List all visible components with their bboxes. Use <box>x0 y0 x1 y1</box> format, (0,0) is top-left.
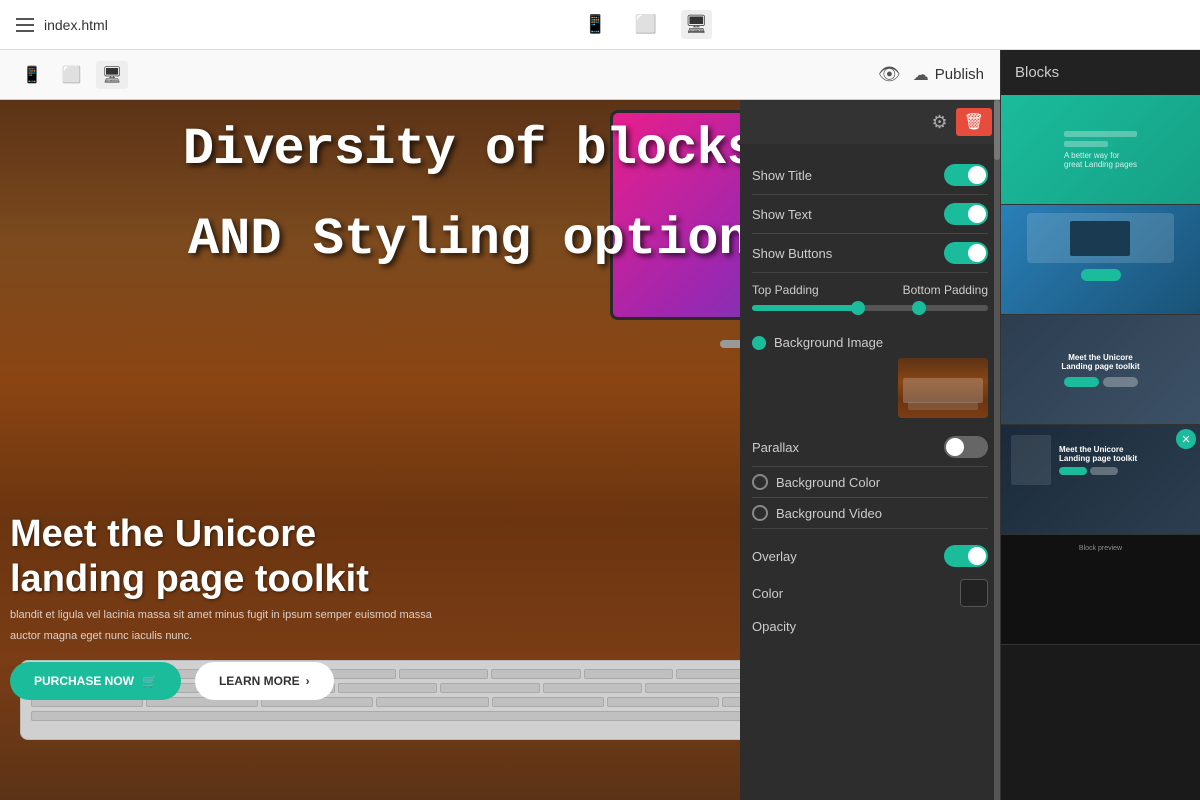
file-name: index.html <box>44 17 108 33</box>
bottom-padding-thumb[interactable] <box>912 301 926 315</box>
settings-panel: ⚙ 🗑 Show Title Show Text Show Buttons <box>740 100 1000 800</box>
bg-video-label: Background Video <box>776 506 882 521</box>
scroll-bar[interactable] <box>994 100 1000 800</box>
color-label: Color <box>752 586 783 601</box>
mobile-icon-top[interactable]: 📱 <box>580 10 610 39</box>
mobile-icon-editor[interactable]: 📱 <box>16 61 48 89</box>
bg-video-row: Background Video <box>752 498 988 529</box>
settings-header: ⚙ 🗑 <box>740 100 1000 144</box>
hamburger-menu[interactable] <box>16 18 34 32</box>
opacity-row: Opacity <box>752 613 988 640</box>
top-padding-thumb[interactable] <box>851 301 865 315</box>
device-switcher: 📱 ⬜ 🖥 <box>108 10 1184 39</box>
hero-text: Meet the Unicore landing page toolkit bl… <box>10 512 432 700</box>
top-padding-fill <box>752 305 858 311</box>
show-buttons-row: Show Buttons <box>752 234 988 273</box>
parallax-label: Parallax <box>752 440 799 455</box>
block-item-3[interactable]: Meet the UnicoreLanding page toolkit <box>1001 315 1200 425</box>
upload-icon: ☁ <box>913 65 929 85</box>
learn-more-button[interactable]: LEARN MORE › <box>195 662 334 700</box>
scroll-thumb <box>994 100 1000 160</box>
top-padding-label: Top Padding <box>752 283 819 297</box>
show-text-label: Show Text <box>752 207 812 222</box>
close-block-icon[interactable]: ✕ <box>1176 429 1196 449</box>
editor-toolbar-right: 👁 ☁ Publish <box>878 64 984 85</box>
show-buttons-toggle[interactable] <box>944 242 988 264</box>
hero-paragraph-2: auctor magna eget nunc iaculis nunc. <box>10 628 432 646</box>
show-title-label: Show Title <box>752 168 812 183</box>
show-title-toggle[interactable] <box>944 164 988 186</box>
tablet-icon-top[interactable]: ⬜ <box>630 10 660 39</box>
settings-body: Show Title Show Text Show Buttons Top Pa <box>740 144 1000 662</box>
blocks-panel-title: Blocks <box>1001 50 1200 95</box>
bg-image-thumbnail[interactable] <box>898 358 988 418</box>
purchase-button[interactable]: PURCHASE NOW 🛒 <box>10 662 181 700</box>
parallax-row: Parallax <box>752 428 988 467</box>
cart-icon: 🛒 <box>142 674 157 688</box>
publish-button[interactable]: ☁ Publish <box>913 65 984 85</box>
padding-row: Top Padding Bottom Padding <box>752 273 988 325</box>
hero-buttons: PURCHASE NOW 🛒 LEARN MORE › <box>10 662 432 700</box>
top-bar-left: index.html <box>16 17 108 33</box>
delete-block-button[interactable]: 🗑 <box>956 108 992 136</box>
color-picker[interactable] <box>960 579 988 607</box>
hero-paragraph-1: blandit et ligula vel lacinia massa sit … <box>10 607 432 625</box>
opacity-label: Opacity <box>752 619 796 634</box>
bg-color-radio[interactable] <box>752 474 768 490</box>
bg-image-section: Background Image <box>752 325 988 428</box>
padding-slider[interactable] <box>752 305 988 311</box>
desktop-icon-top[interactable]: 🖥 <box>681 10 712 39</box>
show-text-row: Show Text <box>752 195 988 234</box>
bg-image-indicator <box>752 336 766 350</box>
desktop-icon-editor[interactable]: 🖥 <box>96 61 128 89</box>
block-item-2[interactable] <box>1001 205 1200 315</box>
color-row: Color <box>752 573 988 613</box>
top-bar: index.html 📱 ⬜ 🖥 <box>0 0 1200 50</box>
tablet-icon-editor[interactable]: ⬜ <box>56 61 88 89</box>
editor-devices: 📱 ⬜ 🖥 <box>16 61 128 89</box>
bg-color-row: Background Color <box>752 467 988 498</box>
settings-gear-icon[interactable]: ⚙ <box>932 112 948 133</box>
overlay-section: Overlay Color Opacity <box>752 529 988 650</box>
show-text-toggle[interactable] <box>944 203 988 225</box>
hero-title: Meet the Unicore landing page toolkit <box>10 512 432 603</box>
arrow-icon: › <box>306 674 310 688</box>
bg-image-row: Background Image <box>752 335 988 350</box>
block-item-4[interactable]: Meet the UnicoreLanding page toolkit ✕ <box>1001 425 1200 535</box>
overlay-label: Overlay <box>752 549 797 564</box>
bottom-padding-label: Bottom Padding <box>903 283 988 297</box>
blocks-sidebar: Blocks A better way forgreat Landing pag… <box>1000 50 1200 800</box>
bg-image-label: Background Image <box>774 335 883 350</box>
block-item-5[interactable]: Block preview <box>1001 535 1200 645</box>
overlay-row: Overlay <box>752 539 988 573</box>
canvas-area: 📱 ⬜ 🖥 👁 ☁ Publish <box>0 50 1000 800</box>
parallax-toggle[interactable] <box>944 436 988 458</box>
editor-toolbar: 📱 ⬜ 🖥 👁 ☁ Publish <box>0 50 1000 100</box>
preview-icon[interactable]: 👁 <box>878 64 901 85</box>
overlay-toggle[interactable] <box>944 545 988 567</box>
show-title-row: Show Title <box>752 156 988 195</box>
bg-video-radio[interactable] <box>752 505 768 521</box>
main-layout: 📱 ⬜ 🖥 👁 ☁ Publish <box>0 50 1200 800</box>
show-buttons-label: Show Buttons <box>752 246 832 261</box>
block-item-1[interactable]: A better way forgreat Landing pages <box>1001 95 1200 205</box>
bg-color-label: Background Color <box>776 475 880 490</box>
